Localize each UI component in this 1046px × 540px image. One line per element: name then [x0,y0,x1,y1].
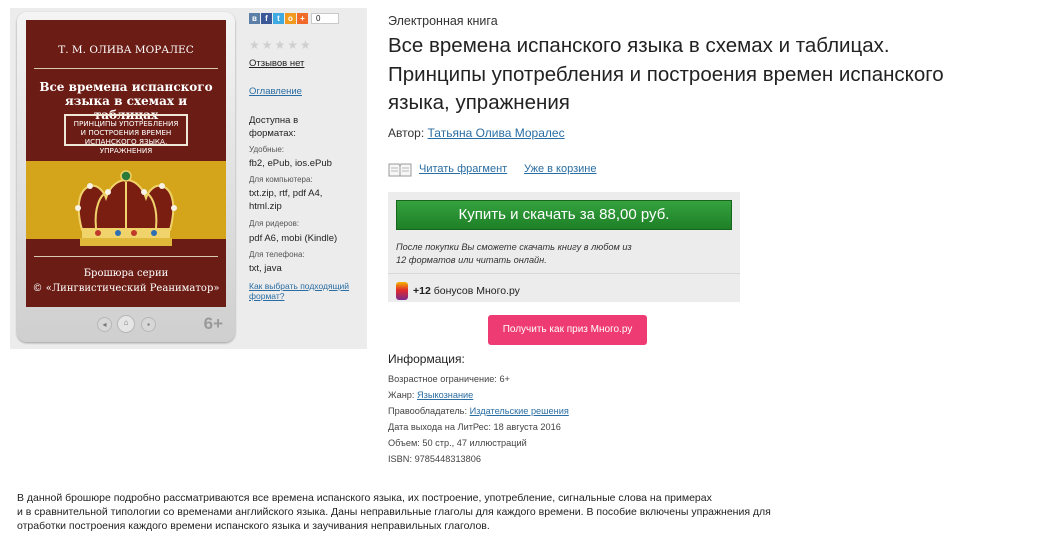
description-line: отработки построения каждого времени исп… [17,520,490,532]
prize-button[interactable]: Получить как приз Много.ру [488,315,647,345]
info-label: Дата выхода на ЛитРес: [388,422,491,432]
format-list[interactable]: html.zip [249,200,282,213]
ereader-frame: Т. М. ОЛИВА МОРАЛЕС Все времена испанско… [17,12,235,342]
book-type: Электронная книга [388,14,498,28]
description-line: и в сравнительной типологии со временами… [17,506,771,518]
twitter-icon[interactable]: t [273,13,284,24]
info-label: Жанр: [388,390,415,400]
info-age: Возрастное ограничение: 6+ [388,374,510,384]
vk-icon[interactable]: в [249,13,260,24]
info-volume: Объем: 50 стр., 47 иллюстраций [388,438,527,448]
info-genre: Жанр: Языкознание [388,390,473,400]
info-label: Объем: [388,438,420,448]
formats-heading-line: Доступна в [249,115,299,126]
divider [388,273,740,274]
info-value: 18 августа 2016 [493,422,561,432]
back-icon[interactable]: ◂ [97,317,112,332]
crown-image [75,170,177,246]
purchase-note-line: После покупки Вы сможете скачать книгу в… [396,242,632,252]
book-title: Все времена испанского языка в схемах и … [388,32,1046,118]
info-heading: Информация: [388,352,465,366]
home-icon[interactable]: ⌂ [117,315,135,333]
menu-icon[interactable]: ▪ [141,317,156,332]
format-list[interactable]: txt.zip, rtf, pdf A4, [249,187,322,200]
reviews-link[interactable]: Отзывов нет [249,58,304,69]
cover-subtitle-line: ИСПАНСКОГО ЯЗЫКА, УПРАЖНЕНИЯ [84,137,168,155]
choose-format-line: Как выбрать подходящий [249,281,350,291]
purchase-note-line: 12 форматов или читать онлайн. [396,255,547,265]
buy-box: Купить и скачать за 88,00 руб. После пок… [388,192,740,302]
info-label: ISBN: [388,454,412,464]
bonus-count: +12 [413,285,431,297]
cover-divider [34,68,218,69]
open-book-icon [388,163,412,177]
cover-subtitle: ПРИНЦИПЫ УПОТРЕБЛЕНИЯ И ПОСТРОЕНИЯ ВРЕМЕ… [64,114,188,155]
cover-divider [34,256,218,257]
author-label: Автор: [388,126,425,140]
genre-link[interactable]: Языкознание [417,390,473,400]
share-bar: в f t o +0 [249,13,339,25]
info-date: Дата выхода на ЛитРес: 18 августа 2016 [388,422,561,432]
cover-author: Т. М. ОЛИВА МОРАЛЕС [58,44,194,56]
purchase-note: После покупки Вы сможете скачать книгу в… [396,241,696,267]
in-cart-link[interactable]: Уже в корзине [524,163,596,175]
format-group-label: Для ридеров: [249,219,300,228]
format-list[interactable]: pdf A6, mobi (Kindle) [249,232,337,245]
buy-button[interactable]: Купить и скачать за 88,00 руб. [396,200,732,230]
bonus-label: бонусов Много.ру [430,285,520,297]
info-rights: Правообладатель: Издательские решения [388,406,569,416]
author-link[interactable]: Татьяна Олива Моралес [428,126,565,140]
info-value: 6+ [499,374,510,384]
cover-series: Брошюра серии © «Лингвистический Реанима… [26,266,226,296]
info-isbn: ISBN: 9785448313806 [388,454,481,464]
read-fragment-link[interactable]: Читать фрагмент [419,163,507,175]
book-cover[interactable]: Т. М. ОЛИВА МОРАЛЕС Все времена испанско… [26,20,226,307]
book-title-line: Принципы употребления и построения време… [388,62,944,86]
info-value: 9785448313806 [414,454,481,464]
format-group-label: Для телефона: [249,250,305,259]
toc-link[interactable]: Оглавление [249,86,302,97]
format-group-label: Для компьютера: [249,175,313,184]
formats-heading-line: форматах: [249,128,296,139]
rating-stars[interactable]: ★★★★★ [249,38,313,52]
publisher-link[interactable]: Издательские решения [470,406,569,416]
format-group-label: Удобные: [249,145,284,154]
mnogo-bonus-icon [396,282,408,300]
book-title-line: Все времена испанского языка в схемах и … [388,34,890,57]
book-panel: Т. М. ОЛИВА МОРАЛЕС Все времена испанско… [10,8,367,349]
age-rating-badge: 6+ [203,314,223,333]
formats-heading: Доступна в форматах: [249,114,298,140]
cover-title-line: Все времена испанского [39,80,213,94]
bonus-text: +12 бонусов Много.ру [413,285,520,297]
cover-series-line: © «Лингвистический Реаниматор» [32,283,220,294]
choose-format-link[interactable]: Как выбрать подходящий формат? [249,281,349,301]
cover-series-line: Брошюра серии [83,268,169,279]
book-description: В данной брошюре подробно рассматриваютс… [17,491,837,533]
info-label: Правообладатель: [388,406,468,416]
info-value: 50 стр., 47 иллюстраций [422,438,527,448]
odnoklassniki-icon[interactable]: o [285,13,296,24]
book-title-line: языка, упражнения [388,91,570,114]
choose-format-line: формат? [249,291,285,301]
facebook-icon[interactable]: f [261,13,272,24]
cover-subtitle-line: ПРИНЦИПЫ УПОТРЕБЛЕНИЯ [73,119,179,128]
author-line: Автор: Татьяна Олива Моралес [388,126,565,140]
format-list[interactable]: fb2, ePub, ios.ePub [249,157,332,170]
format-list[interactable]: txt, java [249,262,282,275]
info-label: Возрастное ограничение: [388,374,497,384]
description-line: В данной брошюре подробно рассматриваютс… [17,492,712,504]
share-counter: 0 [311,13,339,24]
plus-share-icon[interactable]: + [297,13,308,24]
reader-controls: ◂ ⌂ ▪ 6+ [17,314,235,336]
cover-subtitle-line: И ПОСТРОЕНИЯ ВРЕМЕН [80,128,172,137]
